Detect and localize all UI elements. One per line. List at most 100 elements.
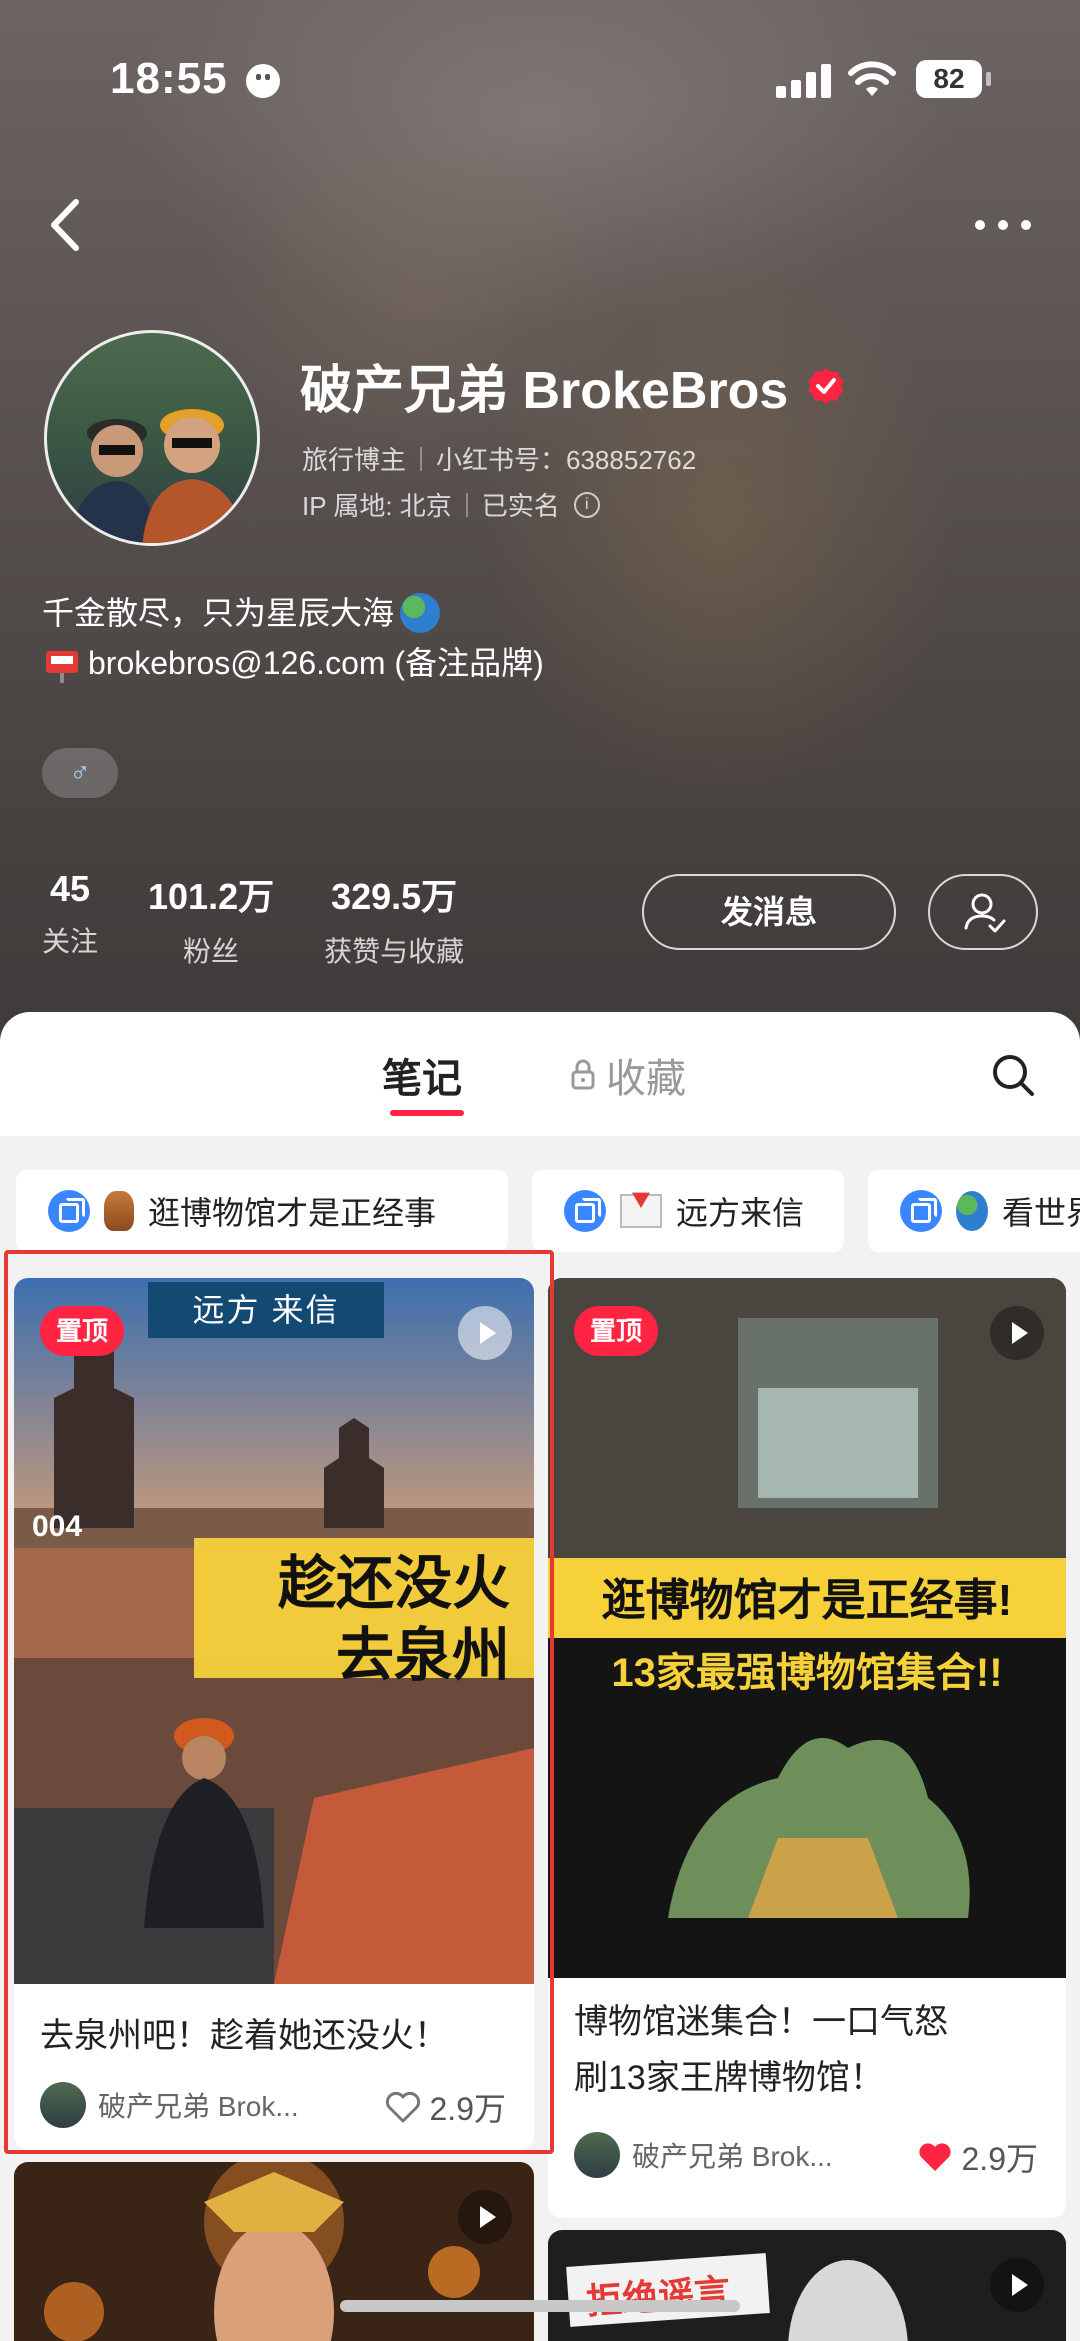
wifi-icon [848,61,896,96]
note-cover: 远方 来信 004 趁还没火 去泉州 置顶 [14,1278,534,1984]
video-play-icon [458,2190,512,2244]
battery-indicator: 82 [916,60,982,98]
overlay-line: 去泉州 [335,1623,510,1688]
overlay-line: 趁还没火 [277,1551,510,1616]
profile-meta-row: 旅行博主 小红书号：638852762 [302,440,696,477]
mailbox-icon [46,651,78,683]
episode-number: 004 [32,1510,83,1543]
pinned-badge: 置顶 [574,1306,659,1356]
follow-status-button[interactable] [928,874,1038,950]
profile-ip-location: IP 属地: 北京 [302,491,452,521]
profile-name: 破产兄弟 BrokeBros [300,362,789,420]
video-play-icon [458,1306,512,1360]
heart-outline-icon [385,2091,420,2123]
verified-badge-icon [808,367,845,404]
search-icon[interactable] [990,1052,1036,1098]
collections-row: 逛博物馆才是正经事 远方来信 看世界 [0,1156,1080,1256]
note-title-line: 博物馆迷集合！一口气怒 [574,2003,948,2041]
like-counter[interactable]: 2.9万 [384,2084,507,2130]
note-card-museums[interactable]: 逛博物馆才是正经事! 13家最强博物馆集合!! 置顶 博物馆迷集合！一口气怒 刷… [548,1278,1066,2218]
museum-cover-image [548,1278,1066,1978]
like-count: 2.9万 [429,2091,507,2127]
profile-name-row: 破产兄弟 BrokeBros [300,348,846,423]
stat-value: 101.2万 [148,876,275,917]
meta-divider [465,492,468,517]
note-card-rumor[interactable]: 拒绝谣言 [548,2230,1066,2341]
active-tab-indicator [390,1110,464,1116]
more-options-icon[interactable] [968,200,1038,250]
status-bar: 18:55 82 [0,50,1080,110]
bio-line: brokebros@126.com (备注品牌) [42,638,544,688]
profile-bio: 千金散尽，只为星辰大海 brokebros@126.com (备注品牌) [42,588,544,688]
collection-icon [900,1190,942,1232]
battery-tip [986,72,991,86]
collection-label: 看世界 [1001,1195,1080,1231]
bio-text: 千金散尽，只为星辰大海 [42,595,395,631]
profile-tabs: 笔记 收藏 [0,1012,1080,1136]
profile-avatar[interactable] [44,330,260,546]
meta-divider [420,446,423,471]
avatar-illustration [68,409,246,543]
user-check-icon [964,893,1006,933]
note-title-line: 刷13家王牌博物馆！ [574,2059,884,2097]
pinned-badge: 置顶 [40,1306,125,1356]
smiley-icon [246,64,280,98]
collection-chip-letters[interactable]: 远方来信 [532,1170,844,1252]
cover-overlay-text: 拒绝谣言 [584,2271,732,2322]
stat-likes-collections[interactable]: 329.5万 获赞与收藏 [324,868,464,970]
author-name: 破产兄弟 Brok... [98,2091,299,2122]
like-counter[interactable]: 2.9万 [916,2134,1039,2180]
stat-label: 粉丝 [183,936,240,967]
send-message-button[interactable]: 发消息 [642,874,896,950]
cellular-signal-icon [776,64,832,98]
note-card-festival[interactable] [14,2162,534,2341]
envelope-icon [620,1194,662,1228]
vase-icon [104,1191,134,1231]
author-avatar [40,2082,86,2128]
author-name: 破产兄弟 Brok... [632,2141,833,2172]
profile-meta-row-2: IP 属地: 北京 已实名 i [302,486,600,523]
heart-filled-icon [918,2143,951,2171]
video-play-icon [990,2258,1044,2312]
tab-notes[interactable]: 笔记 [382,1046,462,1104]
note-title: 博物馆迷集合！一口气怒 刷13家王牌博物馆！ [574,1994,948,2106]
stat-label: 关注 [42,926,99,957]
stat-value: 45 [49,868,91,909]
collection-chip-museum[interactable]: 逛博物馆才是正经事 [16,1170,508,1252]
collection-chip-world[interactable]: 看世界 [868,1170,1080,1252]
tab-collections[interactable]: 收藏 [566,1046,686,1104]
profile-header: 18:55 82 破产兄弟 BrokeBros 旅行博主 小红书号：638852… [0,0,1080,1060]
content-sheet: 笔记 收藏 逛博物馆才是正经事 远方来信 看世 远方 来信 004 趁还没火 去… [0,1012,1080,2341]
info-icon[interactable]: i [573,491,600,518]
cover-overlay-title: 逛博物馆才是正经事! [601,1576,1013,1625]
note-author[interactable]: 破产兄弟 Brok... [574,2132,833,2178]
cover-overlay-text: 趁还没火 去泉州 [278,1548,510,1692]
video-play-icon [990,1306,1044,1360]
collection-label: 远方来信 [676,1195,805,1231]
note-author[interactable]: 破产兄弟 Brok... [40,2082,299,2128]
series-banner: 远方 来信 [148,1282,384,1338]
gender-tag: ♂ [42,748,118,798]
stat-following[interactable]: 45 关注 [42,868,98,970]
profile-category: 旅行博主 [302,445,407,475]
globe-icon [956,1191,988,1231]
globe-icon [400,593,441,633]
stat-followers[interactable]: 101.2万 粉丝 [148,868,274,970]
author-avatar [574,2132,620,2178]
cover-overlay-subtitle: 13家最强博物馆集合!! [611,1651,1003,1695]
note-cover: 逛博物馆才是正经事! 13家最强博物馆集合!! 置顶 [548,1278,1066,1978]
bio-line: 千金散尽，只为星辰大海 [42,588,544,638]
like-count: 2.9万 [961,2141,1039,2177]
lock-icon [571,1059,595,1090]
collection-label: 逛博物馆才是正经事 [148,1195,437,1231]
profile-real-name: 已实名 [481,491,560,521]
note-card-quanzhou[interactable]: 远方 来信 004 趁还没火 去泉州 置顶 去泉州吧！趁着她还没火！ 破产兄弟 … [14,1278,534,2150]
note-title: 去泉州吧！趁着她还没火！ [40,2017,448,2055]
profile-red-id[interactable]: 小红书号：638852762 [436,440,696,477]
contact-email[interactable]: brokebros@126.com (备注品牌) [88,638,544,688]
collection-icon [48,1190,90,1232]
profile-stats: 45 关注 101.2万 粉丝 329.5万 获赞与收藏 [42,868,464,970]
back-chevron-icon[interactable] [40,190,90,260]
status-time: 18:55 [110,54,228,103]
tab-collections-label: 收藏 [606,1057,686,1101]
